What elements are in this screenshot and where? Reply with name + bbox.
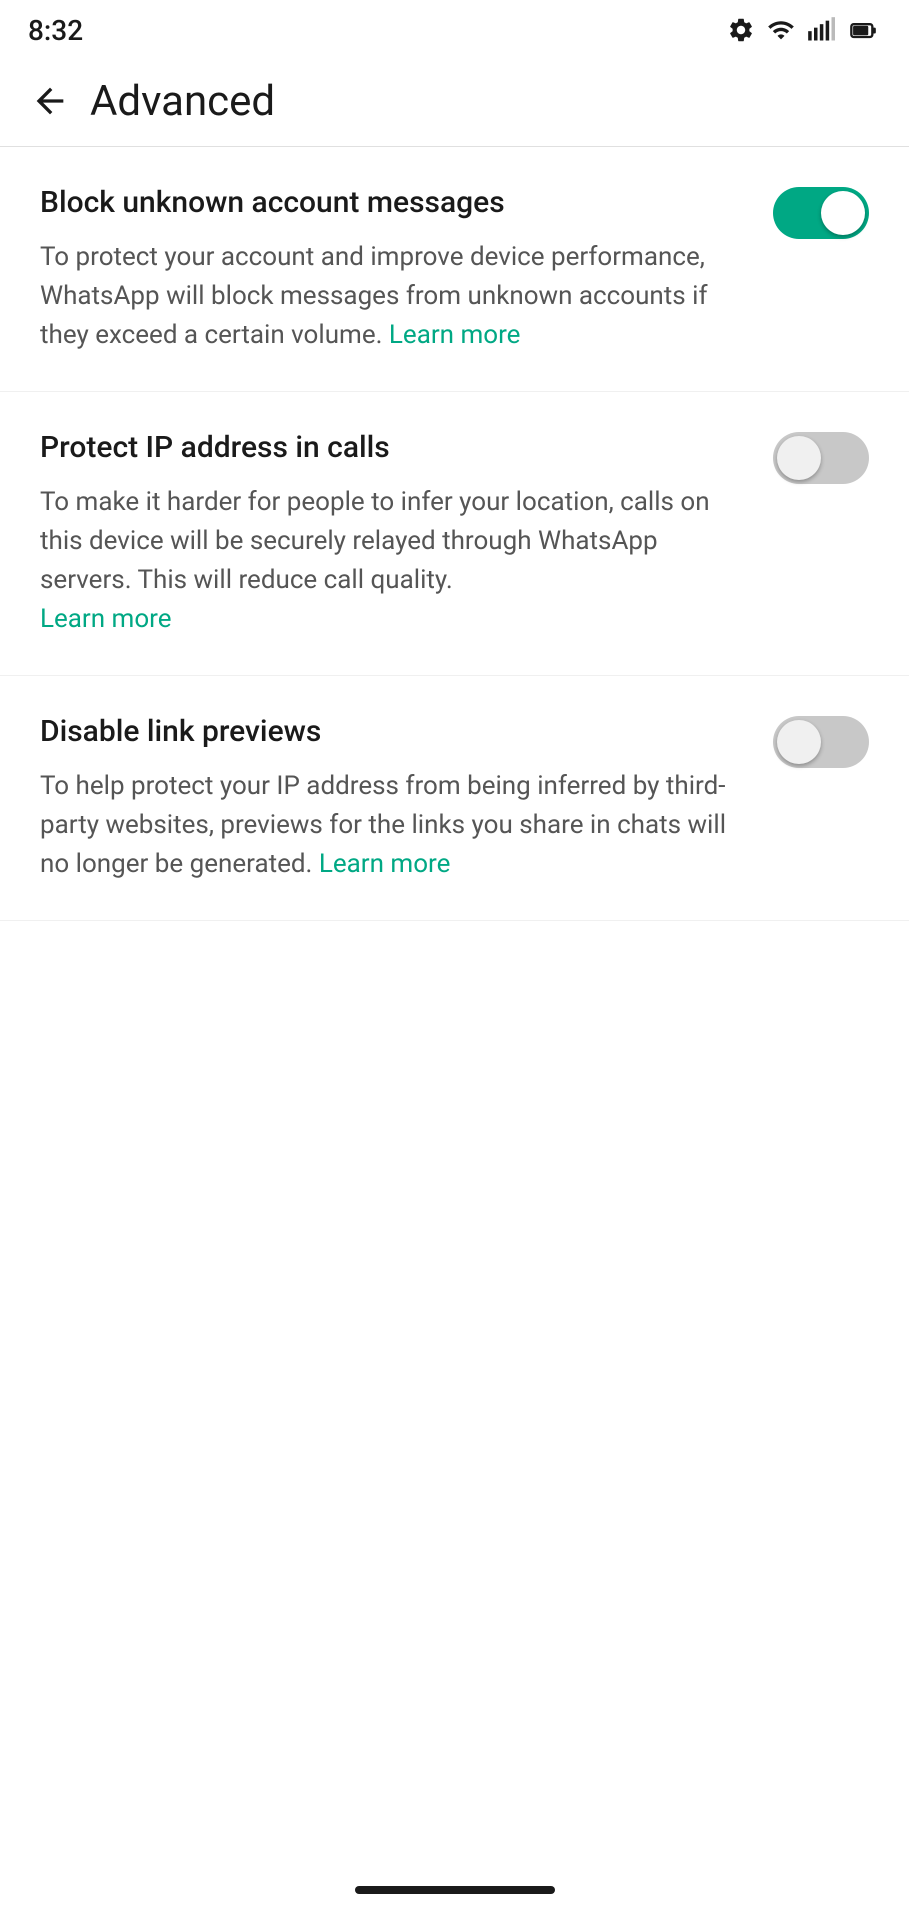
setting-desc-block-unknown: To protect your account and improve devi… — [40, 238, 743, 355]
app-bar: Advanced — [0, 56, 909, 146]
status-bar: 8:32 — [0, 0, 909, 56]
toggle-container-block-unknown — [773, 183, 869, 239]
toggle-thumb-disable-link-previews — [777, 720, 821, 764]
learn-more-link-protect-ip[interactable]: Learn more — [40, 604, 172, 634]
signal-icon — [807, 16, 835, 44]
toggle-protect-ip[interactable] — [773, 432, 869, 484]
page-title: Advanced — [90, 77, 275, 126]
setting-content-disable-link-previews: Disable link previews To help protect yo… — [40, 712, 743, 884]
battery-icon — [845, 16, 881, 44]
setting-content-block-unknown: Block unknown account messages To protec… — [40, 183, 743, 355]
status-time: 8:32 — [28, 14, 83, 47]
status-icons — [721, 16, 881, 44]
learn-more-link-block-unknown[interactable]: Learn more — [389, 320, 521, 350]
setting-title-protect-ip: Protect IP address in calls — [40, 428, 743, 467]
setting-item-disable-link-previews: Disable link previews To help protect yo… — [0, 676, 909, 921]
setting-desc-disable-link-previews: To help protect your IP address from bei… — [40, 767, 743, 884]
toggle-thumb-protect-ip — [777, 436, 821, 480]
setting-content-protect-ip: Protect IP address in calls To make it h… — [40, 428, 743, 639]
setting-title-block-unknown: Block unknown account messages — [40, 183, 743, 222]
setting-desc-protect-ip: To make it harder for people to infer yo… — [40, 483, 743, 639]
settings-list: Block unknown account messages To protec… — [0, 147, 909, 921]
toggle-disable-link-previews[interactable] — [773, 716, 869, 768]
setting-item-protect-ip: Protect IP address in calls To make it h… — [0, 392, 909, 676]
toggle-container-disable-link-previews — [773, 712, 869, 768]
nav-bar — [0, 1860, 909, 1920]
gear-icon — [727, 16, 755, 44]
setting-item-block-unknown: Block unknown account messages To protec… — [0, 147, 909, 392]
toggle-thumb-block-unknown — [821, 191, 865, 235]
nav-pill — [355, 1886, 555, 1894]
learn-more-link-disable-link-previews[interactable]: Learn more — [319, 849, 451, 879]
back-button[interactable] — [20, 71, 80, 131]
wifi-icon — [765, 16, 797, 44]
toggle-container-protect-ip — [773, 428, 869, 484]
back-arrow-icon — [30, 81, 70, 121]
toggle-block-unknown[interactable] — [773, 187, 869, 239]
setting-title-disable-link-previews: Disable link previews — [40, 712, 743, 751]
